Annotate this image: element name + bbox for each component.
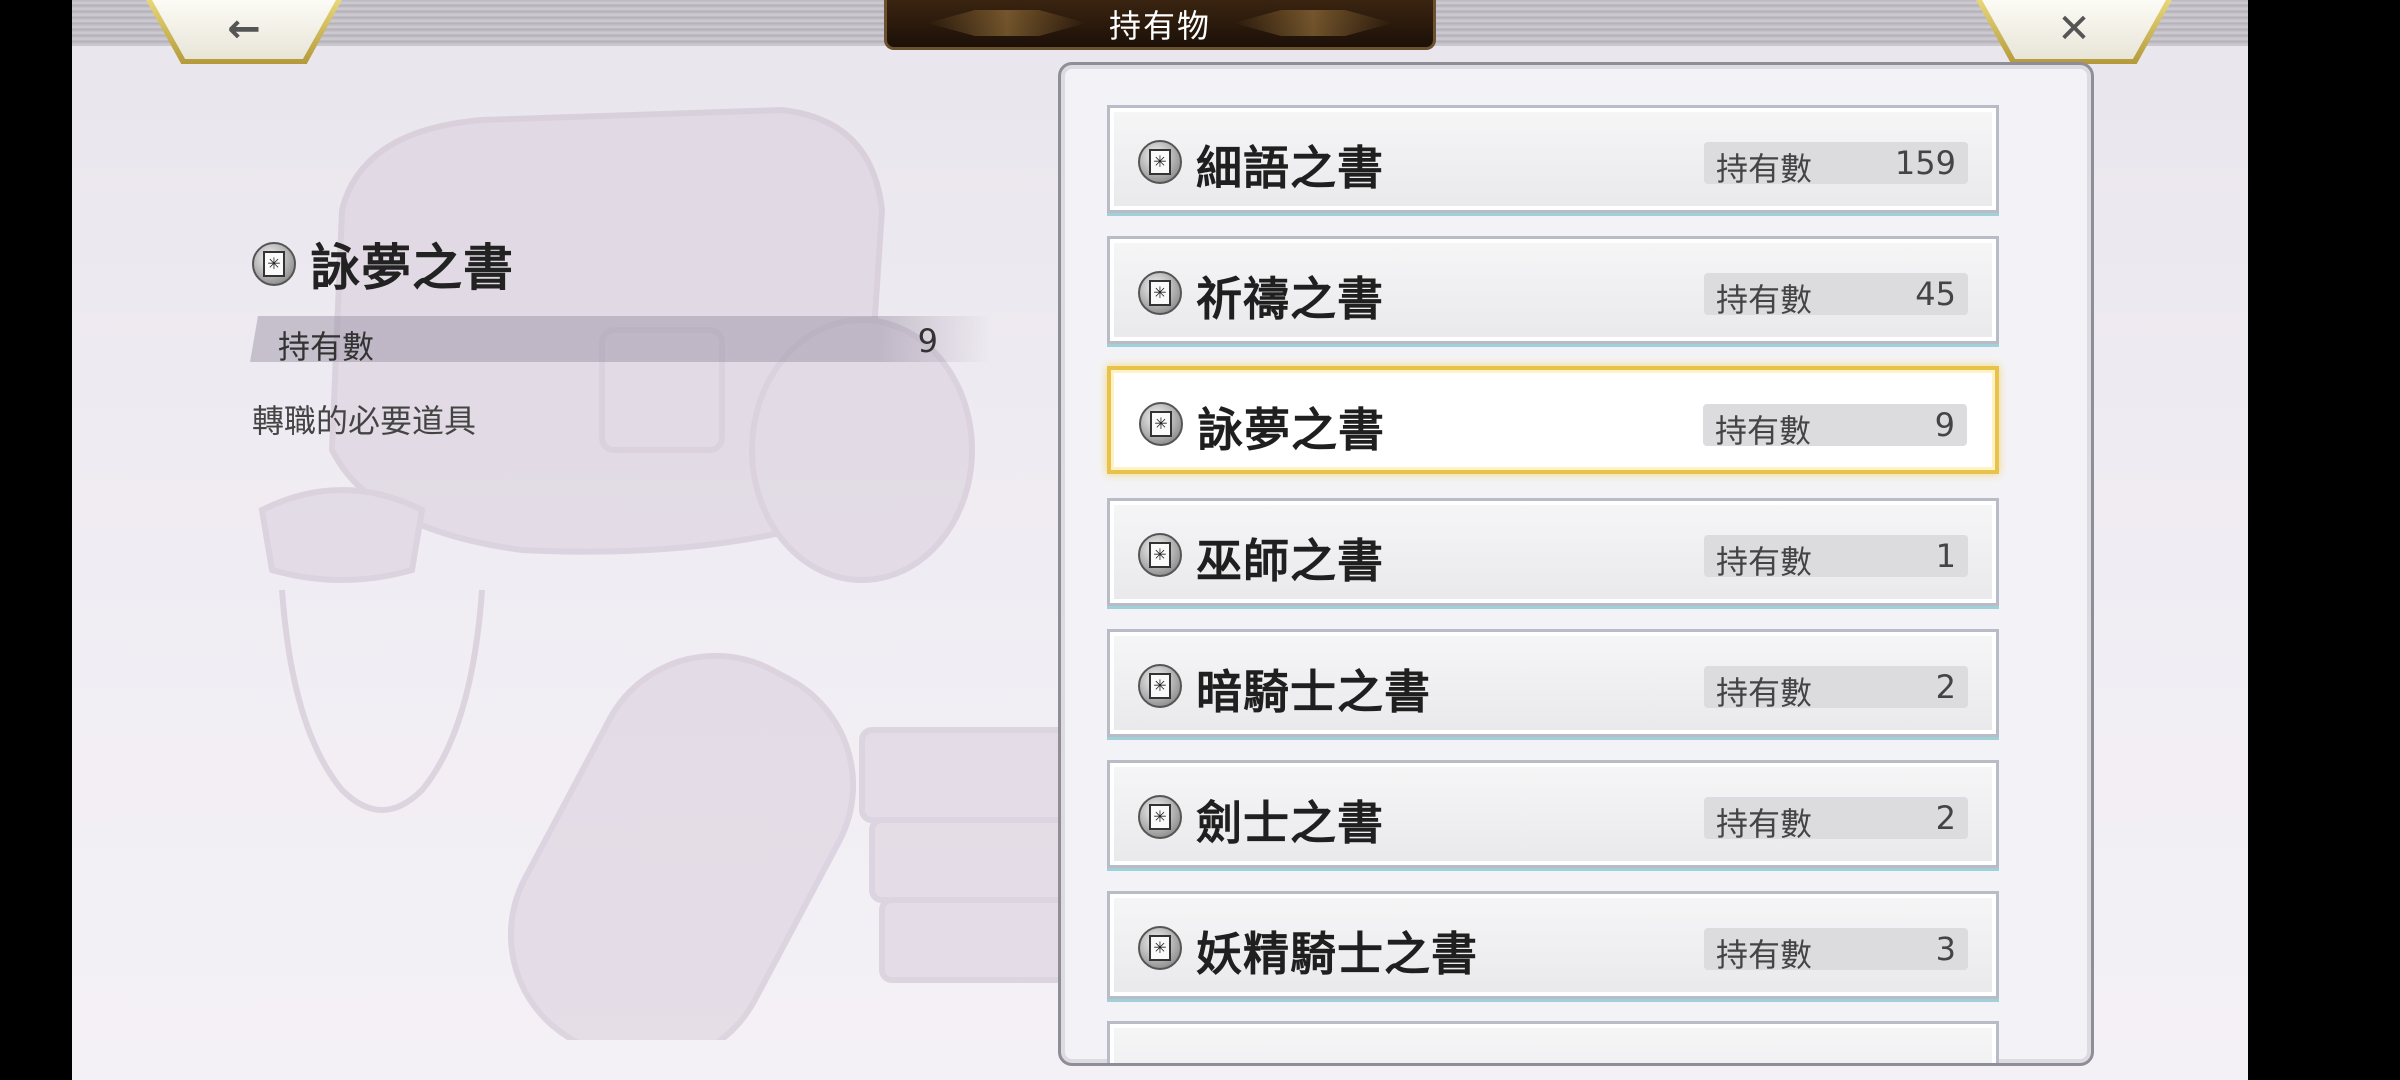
item-name: 劍士之書	[1196, 796, 1384, 850]
item-count-label: 持有數	[1716, 936, 1813, 974]
item-name: 妖精騎士之書	[1196, 927, 1478, 981]
item-name: 祈禱之書	[1196, 272, 1384, 326]
arrow-left-icon: ←	[227, 6, 261, 52]
page-title: 持有物	[1108, 6, 1211, 45]
item-count-badge: 持有數 1	[1704, 535, 1968, 581]
book-icon: ✳	[1138, 795, 1182, 839]
item-count-badge: 持有數 45	[1704, 273, 1968, 319]
game-screen: ✳ 詠夢之書 持有數 9 轉職的必要道具 持有物 ← ✕ ✳ 細語之書 持有數 …	[72, 0, 2248, 1080]
back-button[interactable]: ←	[146, 0, 342, 64]
item-count-badge: 持有數 2	[1704, 797, 1968, 843]
list-item[interactable]: ✳ 妖精騎士之書 持有數 3	[1107, 891, 1999, 999]
book-icon: ✳	[1138, 140, 1182, 184]
item-name: 巫師之書	[1196, 534, 1384, 588]
book-icon: ✳	[1139, 402, 1183, 446]
ornament-left	[927, 10, 1087, 36]
item-count-badge: 持有數 2	[1704, 666, 1968, 712]
item-count-value: 2	[1935, 799, 1956, 837]
item-count-value: 9	[1934, 406, 1955, 444]
item-name: 暗騎士之書	[1196, 665, 1431, 719]
item-count-value: 45	[1915, 275, 1956, 313]
list-item-selected[interactable]: ✳ 詠夢之書 持有數 9	[1107, 366, 1999, 474]
item-name: 細語之書	[1196, 141, 1384, 195]
item-count-label: 持有數	[1716, 543, 1813, 581]
count-value: 9	[917, 322, 938, 360]
item-count-badge: 持有數 159	[1704, 142, 1968, 188]
selected-item-header: ✳ 詠夢之書	[252, 228, 514, 300]
close-button[interactable]: ✕	[1976, 0, 2172, 64]
book-icon: ✳	[252, 242, 296, 286]
book-icon: ✳	[1138, 926, 1182, 970]
list-item[interactable]: ✳ 劍士之書 持有數 2	[1107, 760, 1999, 868]
item-count-label: 持有數	[1716, 150, 1813, 188]
list-item[interactable]: ✳ 細語之書 持有數 159	[1107, 105, 1999, 213]
list-item-partial[interactable]	[1107, 1021, 1999, 1063]
item-count-value: 3	[1935, 930, 1956, 968]
item-count-label: 持有數	[1716, 281, 1813, 319]
page-title-banner: 持有物	[884, 0, 1436, 50]
selected-item-count-bar: 持有數 9	[250, 316, 990, 362]
book-icon: ✳	[1138, 664, 1182, 708]
item-count-label: 持有數	[1716, 805, 1813, 843]
book-icon: ✳	[1138, 533, 1182, 577]
book-icon: ✳	[1138, 271, 1182, 315]
item-count-value: 159	[1894, 144, 1956, 182]
list-item[interactable]: ✳ 暗騎士之書 持有數 2	[1107, 629, 1999, 737]
item-list-panel: ✳ 細語之書 持有數 159 ✳ 祈禱之書 持有數 45 ✳ 詠夢之書 持有數 …	[1058, 62, 2094, 1066]
close-icon: ✕	[2057, 6, 2091, 52]
item-count-badge: 持有數 9	[1703, 404, 1967, 450]
list-item[interactable]: ✳ 祈禱之書 持有數 45	[1107, 236, 1999, 344]
selected-item-name: 詠夢之書	[310, 238, 514, 297]
item-count-value: 2	[1935, 668, 1956, 706]
item-count-label: 持有數	[1716, 674, 1813, 712]
count-label: 持有數	[278, 328, 375, 366]
item-count-label: 持有數	[1715, 412, 1812, 450]
selected-item-description: 轉職的必要道具	[252, 402, 477, 440]
ornament-right	[1233, 10, 1393, 36]
item-count-value: 1	[1935, 537, 1956, 575]
list-item[interactable]: ✳ 巫師之書 持有數 1	[1107, 498, 1999, 606]
item-name: 詠夢之書	[1197, 403, 1385, 457]
item-count-badge: 持有數 3	[1704, 928, 1968, 974]
